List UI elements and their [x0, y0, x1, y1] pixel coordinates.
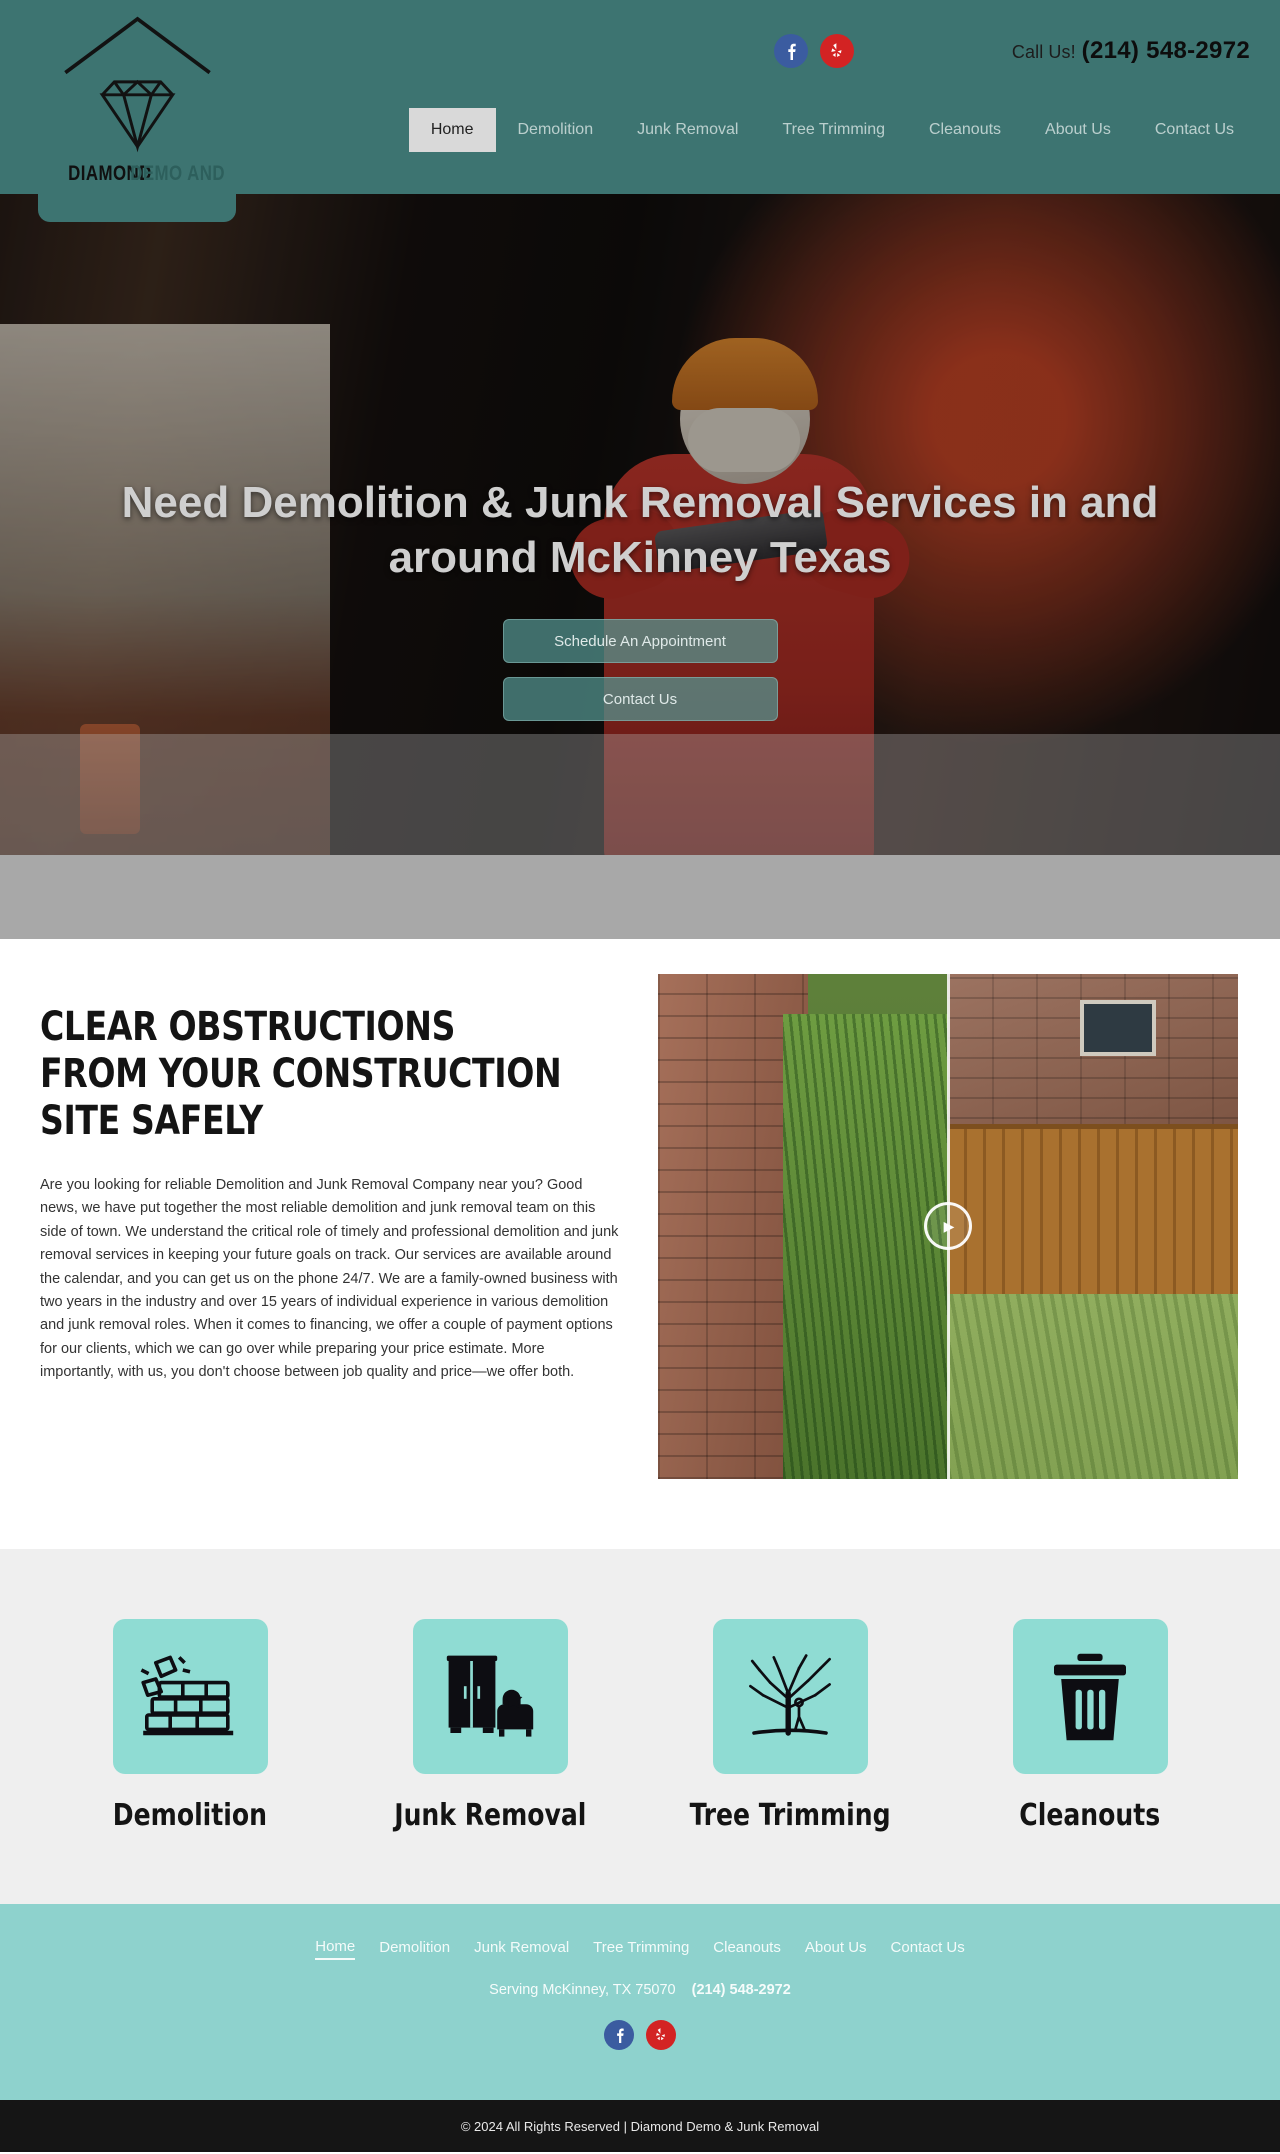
- call-us-label: Call Us!: [1011, 42, 1076, 62]
- after-image: [948, 974, 1238, 1479]
- service-card-demolition[interactable]: Demolition: [75, 1619, 305, 1833]
- header-phone[interactable]: Call Us! (214) 548-2972: [1012, 37, 1250, 65]
- nav-item-cleanouts[interactable]: Cleanouts: [907, 108, 1023, 152]
- service-card-cleanouts[interactable]: Cleanouts: [975, 1619, 1205, 1833]
- serving-area-text: Serving McKinney, TX 75070: [489, 1982, 676, 1998]
- contact-us-button[interactable]: Contact Us: [502, 677, 778, 722]
- yelp-glyph: [656, 2028, 665, 2041]
- site-footer: Home Demolition Junk Removal Tree Trimmi…: [0, 1904, 1280, 2100]
- service-label-demolition: Demolition: [112, 1798, 268, 1833]
- about-paragraph: Are you looking for reliable Demolition …: [40, 1176, 619, 1381]
- site-header: DIAMOND DEMO AND JUNK Call Us! (214) 548…: [0, 0, 1280, 222]
- before-after-video[interactable]: ▶: [658, 974, 1238, 1479]
- footer-link-home[interactable]: Home: [315, 1938, 356, 1960]
- schedule-appointment-button[interactable]: Schedule An Appointment: [502, 619, 778, 664]
- service-card-tree-trimming[interactable]: Tree Trimming: [675, 1619, 905, 1833]
- yelp-icon[interactable]: [646, 2020, 676, 2050]
- footer-social-links: [604, 2020, 676, 2050]
- hero-title: Need Demolition & Junk Removal Services …: [121, 478, 1159, 582]
- facebook-glyph: [788, 43, 796, 60]
- header-social-links: [773, 34, 854, 68]
- facebook-icon[interactable]: [604, 2020, 634, 2050]
- footer-navigation[interactable]: Home Demolition Junk Removal Tree Trimmi…: [315, 1938, 965, 1960]
- service-label-tree-trimming: Tree Trimming: [689, 1798, 891, 1833]
- yelp-glyph: [831, 43, 842, 57]
- about-heading: CLEAR OBSTRUCTIONS FROM YOUR CONSTRUCTIO…: [40, 1004, 562, 1145]
- trash-can-icon: [1012, 1619, 1168, 1774]
- yelp-icon[interactable]: [819, 34, 854, 68]
- site-logo[interactable]: DIAMOND DEMO AND JUNK: [38, 0, 236, 222]
- overgrown-weeds: [783, 1014, 948, 1479]
- main-navigation[interactable]: Home Demolition Junk Removal Tree Trimmi…: [408, 108, 1256, 152]
- nav-item-junk-removal[interactable]: Junk Removal: [615, 108, 760, 152]
- service-label-cleanouts: Cleanouts: [1019, 1798, 1161, 1833]
- nav-item-contact-us[interactable]: Contact Us: [1133, 108, 1256, 152]
- play-icon: ▶: [943, 1217, 955, 1234]
- furniture-junk-icon: [412, 1619, 568, 1774]
- nav-item-about-us[interactable]: About Us: [1023, 108, 1133, 152]
- tree-icon: [712, 1619, 868, 1774]
- service-label-junk-removal: Junk Removal: [393, 1798, 587, 1833]
- footer-phone-number[interactable]: (214) 548-2972: [692, 1982, 791, 1998]
- svg-text:DEMO AND JUNK: DEMO AND JUNK: [130, 162, 230, 185]
- play-pause-handle[interactable]: ▶: [924, 1202, 972, 1250]
- hero-banner: Need Demolition & Junk Removal Services …: [0, 194, 1280, 855]
- footer-link-contact-us[interactable]: Contact Us: [891, 1939, 965, 1959]
- service-card-junk-removal[interactable]: Junk Removal: [375, 1619, 605, 1833]
- about-section: CLEAR OBSTRUCTIONS FROM YOUR CONSTRUCTIO…: [0, 939, 1280, 1549]
- nav-item-home[interactable]: Home: [408, 108, 496, 152]
- facebook-glyph: [616, 2028, 624, 2043]
- house-window: [1080, 1000, 1156, 1056]
- nav-item-demolition[interactable]: Demolition: [496, 108, 616, 152]
- services-section: Demolition Junk Removal Tree Trimming Cl…: [0, 1549, 1280, 1904]
- footer-address: Serving McKinney, TX 75070 (214) 548-297…: [489, 1982, 791, 1998]
- hero-cta-group: Schedule An Appointment Contact Us: [502, 619, 778, 722]
- section-divider: [0, 855, 1280, 939]
- before-image: [658, 974, 948, 1479]
- footer-link-about-us[interactable]: About Us: [805, 1939, 867, 1959]
- house-brick-wall: [948, 974, 1238, 1139]
- footer-link-junk-removal[interactable]: Junk Removal: [474, 1939, 569, 1959]
- copyright-bar: © 2024 All Rights Reserved | Diamond Dem…: [0, 2100, 1280, 2152]
- phone-number[interactable]: (214) 548-2972: [1082, 37, 1250, 64]
- footer-link-tree-trimming[interactable]: Tree Trimming: [593, 1939, 689, 1959]
- facebook-icon[interactable]: [773, 34, 808, 68]
- diamond-logo-icon: DIAMOND DEMO AND JUNK: [63, 16, 230, 185]
- copyright-text: © 2024 All Rights Reserved | Diamond Dem…: [460, 2118, 820, 2134]
- nav-item-tree-trimming[interactable]: Tree Trimming: [760, 108, 907, 152]
- footer-link-cleanouts[interactable]: Cleanouts: [713, 1939, 781, 1959]
- cleared-lawn: [948, 1294, 1238, 1479]
- wooden-fence: [948, 1124, 1238, 1304]
- brick-wall-demolition-icon: [112, 1619, 268, 1774]
- footer-link-demolition[interactable]: Demolition: [379, 1939, 450, 1959]
- header-contact-bar: Call Us! (214) 548-2972: [773, 34, 1250, 68]
